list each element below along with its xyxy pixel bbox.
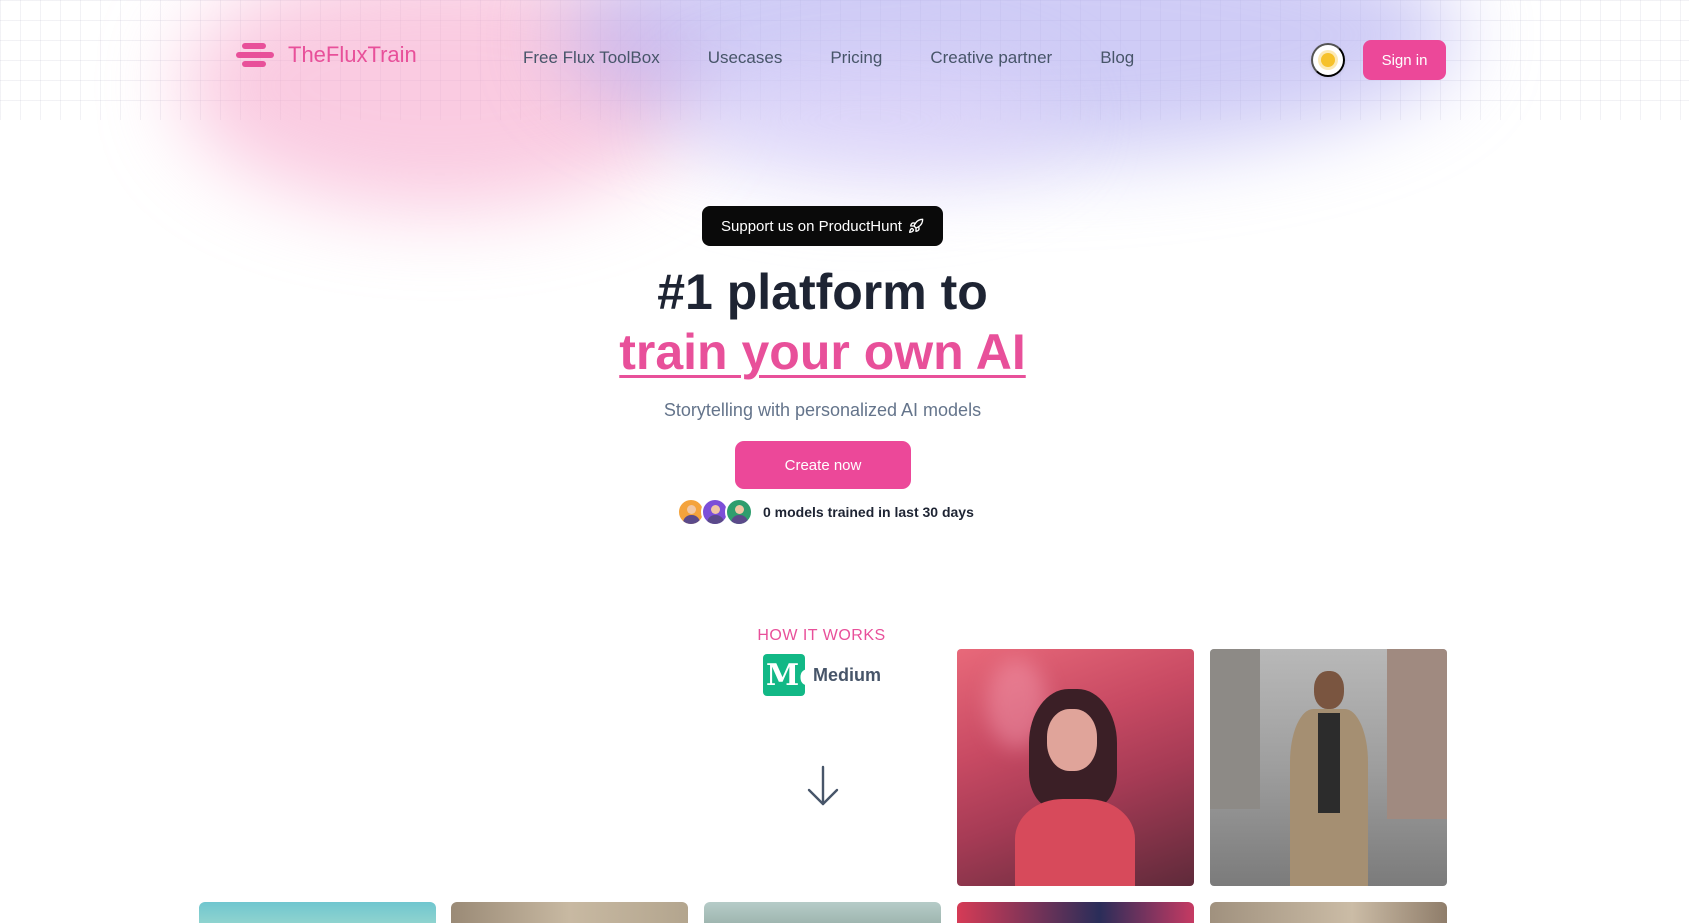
nav-item-creative-partner[interactable]: Creative partner (930, 48, 1052, 68)
showcase-photo-man (1210, 649, 1447, 886)
sun-icon (1321, 53, 1335, 67)
rocket-icon (908, 218, 924, 233)
medium-link[interactable]: Me Medium (763, 654, 881, 696)
medium-label: Medium (813, 664, 882, 685)
sign-in-button[interactable]: Sign in (1363, 40, 1446, 80)
hero-title: #1 platform to train your own AI (0, 262, 1645, 382)
models-trained-count: 0 models trained in last 30 days (763, 504, 974, 520)
showcase-photo-woman (957, 649, 1194, 886)
how-it-works-label: HOW IT WORKS (757, 627, 886, 644)
hero-subtitle: Storytelling with personalized AI models (663, 400, 982, 420)
site-header: TheFluxTrain Free Flux ToolBox Usecases … (0, 0, 1689, 120)
theme-toggle-button[interactable] (1311, 43, 1345, 77)
producthunt-badge-label: Support us on ProductHunt (721, 217, 902, 235)
gallery-thumbnail (1210, 902, 1447, 923)
brand-mark-icon (236, 40, 274, 70)
hero-title-line1: #1 platform to (657, 264, 988, 320)
arrow-down-icon (807, 765, 839, 806)
social-proof: 0 models trained in last 30 days (677, 498, 974, 526)
producthunt-badge[interactable]: Support us on ProductHunt (702, 206, 943, 246)
hero-title-accent: train your own AI (619, 324, 1026, 380)
avatar-group (677, 498, 753, 526)
nav-item-pricing[interactable]: Pricing (830, 48, 882, 68)
nav-item-usecases[interactable]: Usecases (708, 48, 783, 68)
main-nav: Free Flux ToolBox Usecases Pricing Creat… (523, 48, 1134, 68)
create-now-button[interactable]: Create now (735, 441, 911, 489)
brand-logo[interactable]: TheFluxTrain (236, 40, 417, 70)
gallery-thumbnail (704, 902, 941, 923)
nav-item-free-flux-toolbox[interactable]: Free Flux ToolBox (523, 48, 660, 68)
nav-item-blog[interactable]: Blog (1100, 48, 1134, 68)
gallery-thumbnail (199, 902, 436, 923)
brand-name: TheFluxTrain (288, 42, 417, 67)
gallery-thumbnail (451, 902, 688, 923)
medium-logo-icon: Me (763, 654, 805, 696)
gallery-thumbnail (957, 902, 1194, 923)
avatar (725, 498, 753, 526)
